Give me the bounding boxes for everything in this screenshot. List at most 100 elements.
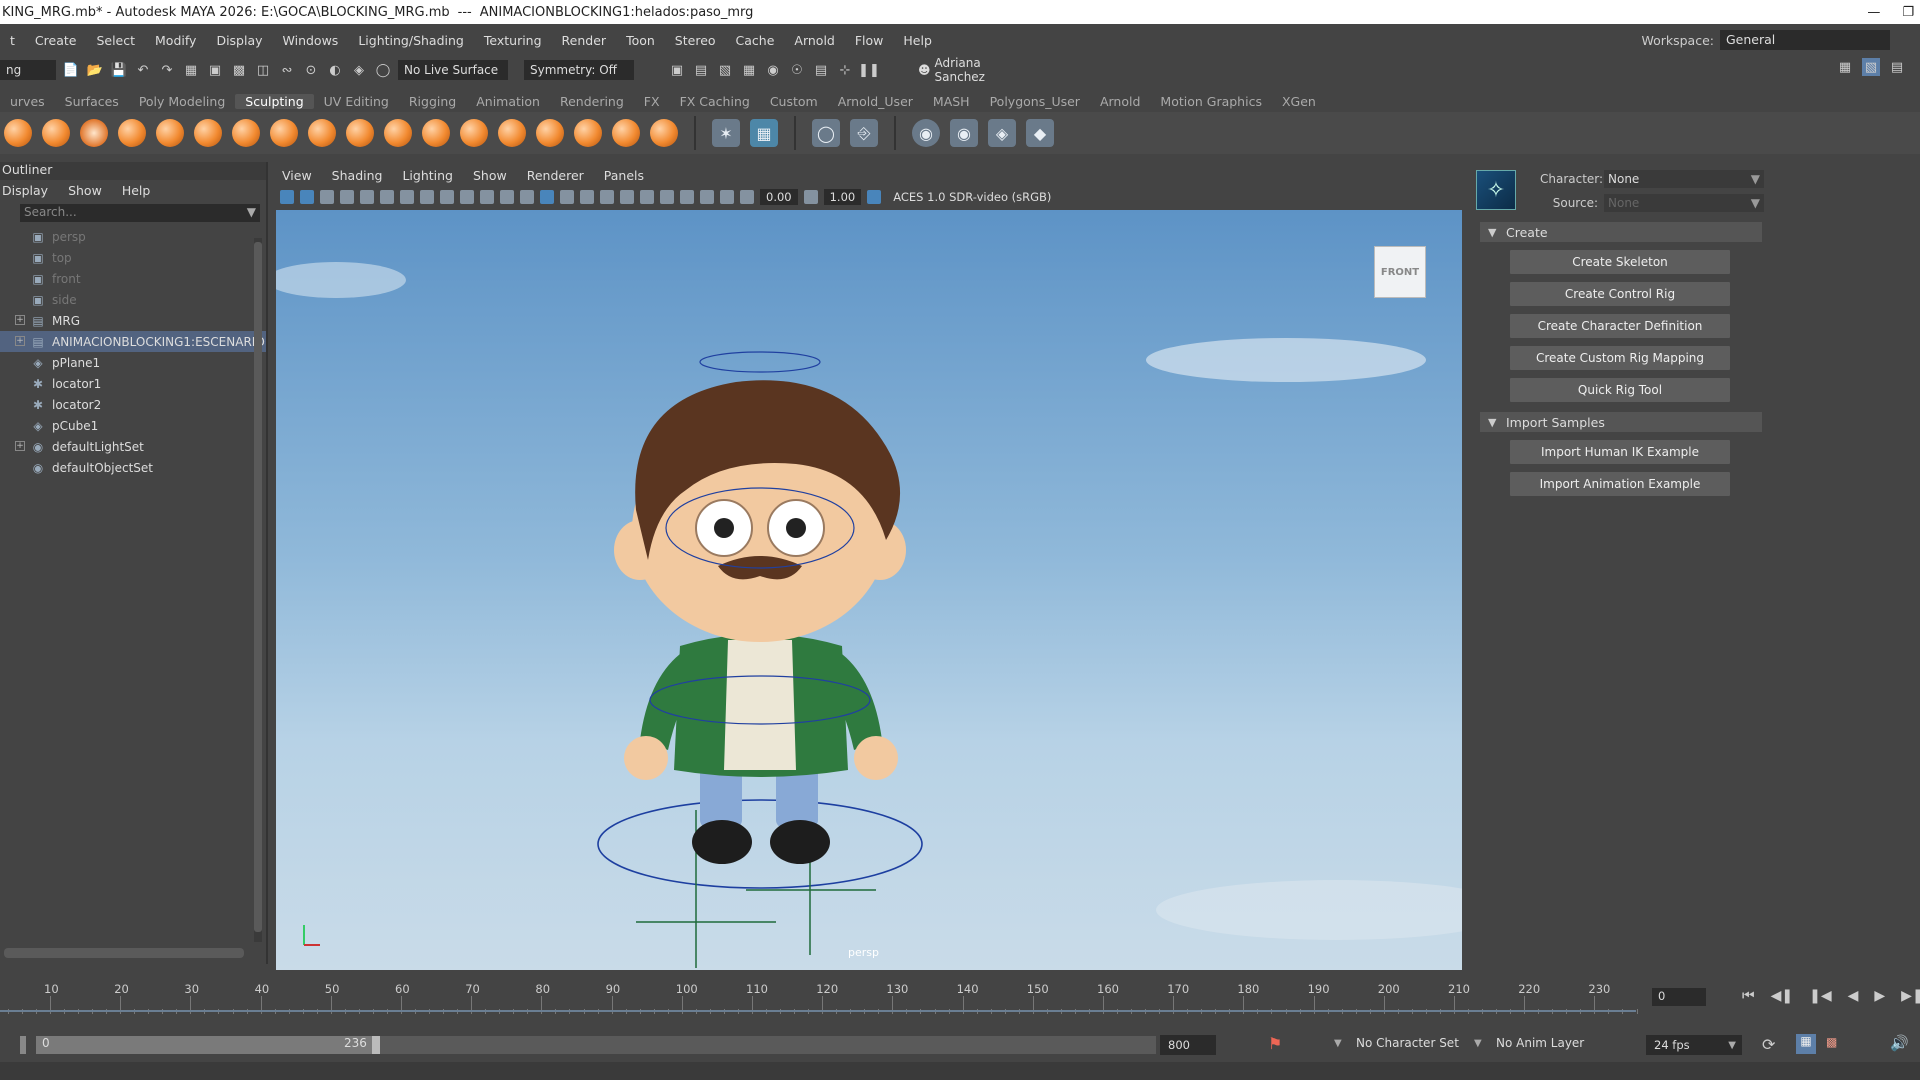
fill-tool-icon[interactable] xyxy=(460,119,488,147)
play-forwards-icon[interactable]: ▶ xyxy=(1874,988,1885,1004)
arnold-snapshot-icon[interactable]: ⊹ xyxy=(836,61,854,79)
blend-shape-icon[interactable]: ◯ xyxy=(812,119,840,147)
menu-item[interactable]: Flow xyxy=(845,33,894,48)
grid-icon[interactable] xyxy=(400,190,414,204)
modeling-toolkit-icon[interactable]: ▦ xyxy=(1836,58,1854,76)
hik-button[interactable]: Quick Rig Tool xyxy=(1510,378,1730,402)
shelf-tab[interactable]: Sculpting xyxy=(235,93,314,109)
3d-viewport[interactable]: FRONT persp xyxy=(276,210,1462,970)
exposure-icon[interactable] xyxy=(740,190,754,204)
smooth-shade-icon[interactable] xyxy=(540,190,554,204)
anim-layer-dropdown[interactable]: No Anim Layer xyxy=(1496,1036,1584,1050)
wax-tool-icon[interactable] xyxy=(384,119,412,147)
field-chart-icon[interactable] xyxy=(480,190,494,204)
smear-tool-icon[interactable] xyxy=(536,119,564,147)
foamy-tool-icon[interactable] xyxy=(232,119,260,147)
collapse-icon[interactable]: ▼ xyxy=(1488,226,1496,239)
use-lights-icon[interactable] xyxy=(580,190,594,204)
workspace-dropdown[interactable]: General xyxy=(1720,30,1890,50)
menu-item[interactable]: Lighting/Shading xyxy=(348,33,474,48)
symmetry-dropdown[interactable]: Symmetry: Off xyxy=(524,60,634,80)
sculpt-geometry-icon[interactable]: ◉ xyxy=(912,119,940,147)
menu-item[interactable]: Modify xyxy=(145,33,206,48)
select-camera-icon[interactable] xyxy=(280,190,294,204)
camera-attributes-icon[interactable] xyxy=(300,190,314,204)
resolution-gate-icon[interactable] xyxy=(440,190,454,204)
select-object-icon[interactable]: ▣ xyxy=(206,61,224,79)
snap-curve-icon[interactable]: ∾ xyxy=(278,61,296,79)
shelf-tab[interactable]: Poly Modeling xyxy=(129,94,235,109)
anti-aliasing-icon[interactable] xyxy=(660,190,674,204)
pinch-tool-icon[interactable] xyxy=(156,119,184,147)
outliner-node[interactable]: ◈ pPlane1 xyxy=(0,352,266,373)
gamma-value[interactable]: 1.00 xyxy=(823,189,862,205)
menu-item[interactable]: Create xyxy=(25,33,87,48)
outliner-node[interactable]: ▣ persp xyxy=(0,226,266,247)
color-management-icon[interactable] xyxy=(867,190,882,204)
character-set-dropdown[interactable]: No Character Set xyxy=(1356,1036,1459,1050)
outliner-node[interactable]: + ▤ ANIMACIONBLOCKING1:ESCENARIO xyxy=(0,331,266,352)
2d-pan-icon[interactable] xyxy=(360,190,374,204)
sound-icon[interactable]: 🔊 xyxy=(1890,1034,1909,1052)
snap-point-icon[interactable]: ⊙ xyxy=(302,61,320,79)
shelf-tab[interactable]: Surfaces xyxy=(55,94,129,109)
bookmarks-icon[interactable] xyxy=(320,190,334,204)
expand-icon[interactable]: + xyxy=(15,441,25,451)
view-cube[interactable]: FRONT xyxy=(1374,246,1426,298)
undo-icon[interactable]: ↶ xyxy=(134,61,152,79)
film-gate-icon[interactable] xyxy=(420,190,434,204)
shelf-tab[interactable]: FX xyxy=(634,94,670,109)
loop-icon[interactable]: ⟳ xyxy=(1762,1035,1775,1054)
grab-tool-icon[interactable] xyxy=(118,119,146,147)
shelf-tab[interactable]: UV Editing xyxy=(314,94,399,109)
redo-icon[interactable]: ↷ xyxy=(158,61,176,79)
outliner-node[interactable]: ▣ side xyxy=(0,289,266,310)
scrape-tool-icon[interactable] xyxy=(422,119,450,147)
chevron-down-icon[interactable]: ▼ xyxy=(1474,1038,1482,1049)
shelf-tab[interactable]: MASH xyxy=(923,94,980,109)
select-hierarchy-icon[interactable]: ▦ xyxy=(182,61,200,79)
image-plane-icon[interactable] xyxy=(340,190,354,204)
outliner-node[interactable]: ◈ pCube1 xyxy=(0,415,266,436)
relax-tool-icon[interactable] xyxy=(80,119,108,147)
arnold-ipr-icon[interactable]: ▤ xyxy=(812,61,830,79)
knife-tool-icon[interactable] xyxy=(498,119,526,147)
shelf-tab[interactable]: urves xyxy=(0,94,55,109)
hik-section-header[interactable]: ▼ Create xyxy=(1480,222,1762,242)
sculpt-tool-icon[interactable] xyxy=(4,119,32,147)
freeze-tool-icon[interactable] xyxy=(650,119,678,147)
hypershade-icon[interactable]: ◉ xyxy=(764,61,782,79)
menu-item[interactable]: Windows xyxy=(273,33,349,48)
collapse-icon[interactable]: ▼ xyxy=(1488,416,1496,429)
outliner-horizontal-scrollbar[interactable] xyxy=(4,948,244,958)
ipr-render-icon[interactable]: ▧ xyxy=(716,61,734,79)
hik-button[interactable]: Create Skeleton xyxy=(1510,250,1730,274)
shelf-tab[interactable]: Rigging xyxy=(399,94,466,109)
step-forward-frame-icon[interactable]: ▶❚ xyxy=(1901,988,1920,1004)
layer-editor-icon[interactable]: ▦ xyxy=(750,119,778,147)
xray-joints-icon[interactable] xyxy=(720,190,734,204)
make-live-icon[interactable]: ◯ xyxy=(374,61,392,79)
viewport-menu-item[interactable]: View xyxy=(282,168,312,183)
isolate-select-icon[interactable] xyxy=(680,190,694,204)
wireframe-icon[interactable] xyxy=(520,190,534,204)
chevron-down-icon[interactable]: ▼ xyxy=(1334,1038,1342,1049)
render-frame-icon[interactable]: ▤ xyxy=(692,61,710,79)
user-account[interactable]: ☻ Adriana Sanchez xyxy=(912,56,1038,84)
render-settings-icon[interactable]: ▦ xyxy=(740,61,758,79)
shelf-tab[interactable]: Animation xyxy=(466,94,550,109)
color-space-dropdown[interactable]: ACES 1.0 SDR-video (sRGB) xyxy=(887,189,1088,205)
sculpt-erase-icon[interactable]: ◆ xyxy=(1026,119,1054,147)
time-ruler[interactable]: 10 20 30 40 50 60 70 80 90 100 110 120 130 140 150 160 1… xyxy=(0,978,1640,1014)
outliner-node[interactable]: ▣ top xyxy=(0,247,266,268)
new-scene-icon[interactable]: 📄 xyxy=(62,61,80,79)
xray-icon[interactable] xyxy=(700,190,714,204)
outliner-node[interactable]: + ◉ defaultLightSet xyxy=(0,436,266,457)
current-frame-field[interactable]: 0 xyxy=(1652,988,1706,1006)
smooth-tool-icon[interactable] xyxy=(42,119,70,147)
mask-tool-icon[interactable]: ✶ xyxy=(712,119,740,147)
snap-grid-icon[interactable]: ◫ xyxy=(254,61,272,79)
repeat-tool-icon[interactable] xyxy=(308,119,336,147)
expand-icon[interactable]: + xyxy=(15,336,25,346)
spray-tool-icon[interactable] xyxy=(270,119,298,147)
